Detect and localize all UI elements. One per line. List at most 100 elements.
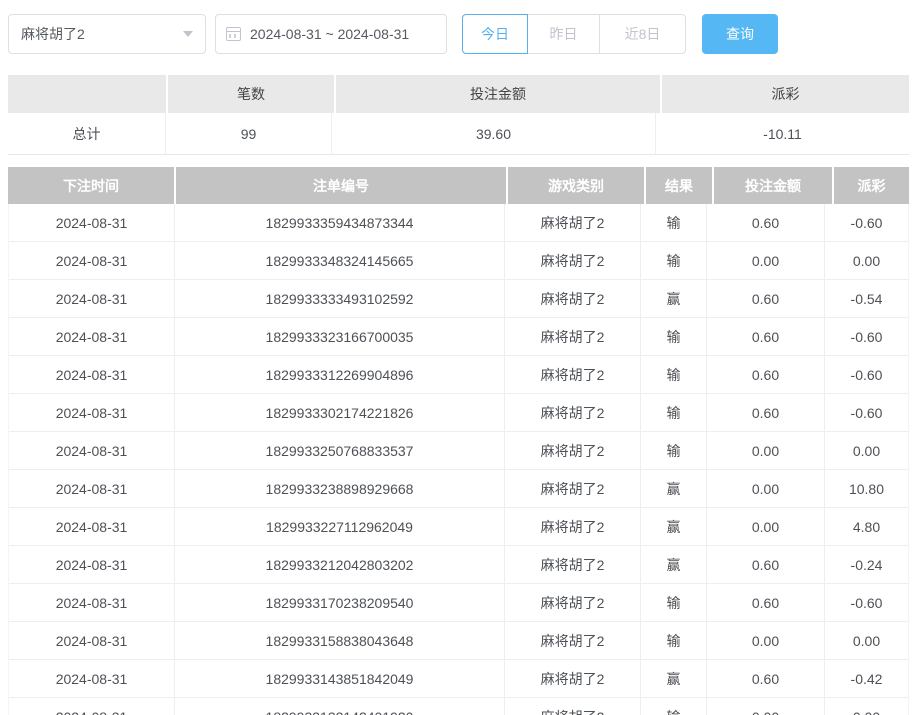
bet-id-cell: 1829933227112962049	[175, 508, 505, 545]
bet-date-cell: 2024-08-31	[9, 432, 175, 469]
result-cell: 输	[641, 698, 707, 715]
today-button[interactable]: 今日	[462, 14, 528, 54]
result-cell: 输	[641, 394, 707, 431]
table-row: 2024-08-31 1829933302174221826 麻将胡了2 输 0…	[9, 394, 908, 432]
table-row: 2024-08-31 1829933227112962049 麻将胡了2 赢 0…	[9, 508, 908, 546]
bet-date-cell: 2024-08-31	[9, 204, 175, 241]
table-row: 2024-08-31 1829933212042803202 麻将胡了2 赢 0…	[9, 546, 908, 584]
game-type-cell: 麻将胡了2	[505, 698, 641, 715]
bet-id-cell: 1829933333493102592	[175, 280, 505, 317]
result-cell: 输	[641, 584, 707, 621]
game-type-cell: 麻将胡了2	[505, 470, 641, 507]
payout-cell: -0.24	[825, 546, 908, 583]
game-type-cell: 麻将胡了2	[505, 508, 641, 545]
records-header-payout: 派彩	[834, 167, 909, 204]
bet-id-cell: 1829933348324145665	[175, 242, 505, 279]
result-cell: 输	[641, 204, 707, 241]
result-cell: 输	[641, 432, 707, 469]
bet-amount-cell: 0.00	[707, 622, 825, 659]
payout-cell: -0.60	[825, 204, 908, 241]
bet-id-cell: 1829933238898929668	[175, 470, 505, 507]
game-type-cell: 麻将胡了2	[505, 546, 641, 583]
result-cell: 输	[641, 318, 707, 355]
summary-header-count: 笔数	[168, 75, 334, 113]
game-type-cell: 麻将胡了2	[505, 280, 641, 317]
date-range-picker[interactable]: 2024-08-31 ~ 2024-08-31	[215, 14, 447, 54]
chevron-down-icon	[183, 31, 193, 37]
yesterday-button[interactable]: 昨日	[527, 14, 600, 54]
summary-total-count: 99	[166, 113, 332, 154]
bet-id-cell: 1829933312269904896	[175, 356, 505, 393]
payout-cell: -0.60	[825, 584, 908, 621]
result-cell: 输	[641, 242, 707, 279]
bet-date-cell: 2024-08-31	[9, 622, 175, 659]
bet-id-cell: 1829933143851842049	[175, 660, 505, 697]
payout-cell: -0.54	[825, 280, 908, 317]
table-row: 2024-08-31 1829933170238209540 麻将胡了2 输 0…	[9, 584, 908, 622]
bet-id-cell: 1829933323166700035	[175, 318, 505, 355]
bet-amount-cell: 0.00	[707, 508, 825, 545]
bet-date-cell: 2024-08-31	[9, 242, 175, 279]
game-select[interactable]: 麻将胡了2	[8, 14, 206, 54]
bet-id-cell: 1829933132142401920	[175, 698, 505, 715]
records-header-bet-time: 下注时间	[8, 167, 174, 204]
table-row: 2024-08-31 1829933143851842049 麻将胡了2 赢 0…	[9, 660, 908, 698]
table-row: 2024-08-31 1829933250768833537 麻将胡了2 输 0…	[9, 432, 908, 470]
last-8-days-button[interactable]: 近8日	[599, 14, 686, 54]
payout-cell: 0.00	[825, 432, 908, 469]
payout-cell: -0.60	[825, 318, 908, 355]
game-type-cell: 麻将胡了2	[505, 660, 641, 697]
game-type-cell: 麻将胡了2	[505, 394, 641, 431]
result-cell: 赢	[641, 546, 707, 583]
bet-date-cell: 2024-08-31	[9, 470, 175, 507]
toolbar: 麻将胡了2 2024-08-31 ~ 2024-08-31 今日 昨日 近8日 …	[0, 0, 917, 54]
bet-amount-cell: 0.00	[707, 242, 825, 279]
quick-date-button-group: 今日 昨日 近8日	[462, 14, 686, 54]
bet-id-cell: 1829933250768833537	[175, 432, 505, 469]
date-range-value: 2024-08-31 ~ 2024-08-31	[250, 26, 409, 42]
table-row: 2024-08-31 1829933312269904896 麻将胡了2 输 0…	[9, 356, 908, 394]
bet-id-cell: 1829933158838043648	[175, 622, 505, 659]
summary-total-label: 总计	[8, 113, 166, 154]
bet-amount-cell: 0.60	[707, 584, 825, 621]
result-cell: 赢	[641, 660, 707, 697]
bet-date-cell: 2024-08-31	[9, 584, 175, 621]
summary-header-payout: 派彩	[662, 75, 909, 113]
bet-id-cell: 1829933212042803202	[175, 546, 505, 583]
records-header-game-type: 游戏类别	[508, 167, 644, 204]
records-header-result: 结果	[646, 167, 712, 204]
query-button[interactable]: 查询	[702, 14, 778, 54]
payout-cell: 0.00	[825, 698, 908, 715]
game-type-cell: 麻将胡了2	[505, 318, 641, 355]
bet-amount-cell: 0.60	[707, 394, 825, 431]
result-cell: 赢	[641, 280, 707, 317]
bet-amount-cell: 0.00	[707, 432, 825, 469]
summary-total-bet-amount: 39.60	[332, 113, 656, 154]
bet-date-cell: 2024-08-31	[9, 546, 175, 583]
payout-cell: -0.60	[825, 394, 908, 431]
bet-amount-cell: 0.60	[707, 204, 825, 241]
bet-amount-cell: 0.60	[707, 280, 825, 317]
records-table-body: 2024-08-31 1829933359434873344 麻将胡了2 输 0…	[8, 204, 909, 715]
bet-date-cell: 2024-08-31	[9, 280, 175, 317]
bet-date-cell: 2024-08-31	[9, 356, 175, 393]
betting-records-page: 麻将胡了2 2024-08-31 ~ 2024-08-31 今日 昨日 近8日 …	[0, 0, 917, 715]
payout-cell: 4.80	[825, 508, 908, 545]
result-cell: 输	[641, 356, 707, 393]
table-row: 2024-08-31 1829933132142401920 麻将胡了2 输 0…	[9, 698, 908, 715]
result-cell: 输	[641, 622, 707, 659]
bet-amount-cell: 0.60	[707, 356, 825, 393]
bet-id-cell: 1829933170238209540	[175, 584, 505, 621]
bet-amount-cell: 0.00	[707, 470, 825, 507]
records-header-bet-amount: 投注金额	[714, 167, 832, 204]
game-type-cell: 麻将胡了2	[505, 204, 641, 241]
bet-date-cell: 2024-08-31	[9, 318, 175, 355]
game-type-cell: 麻将胡了2	[505, 622, 641, 659]
bet-id-cell: 1829933302174221826	[175, 394, 505, 431]
bet-date-cell: 2024-08-31	[9, 660, 175, 697]
summary-header-bet-amount: 投注金额	[336, 75, 660, 113]
result-cell: 赢	[641, 470, 707, 507]
table-row: 2024-08-31 1829933323166700035 麻将胡了2 输 0…	[9, 318, 908, 356]
payout-cell: -0.42	[825, 660, 908, 697]
bet-amount-cell: 0.60	[707, 660, 825, 697]
